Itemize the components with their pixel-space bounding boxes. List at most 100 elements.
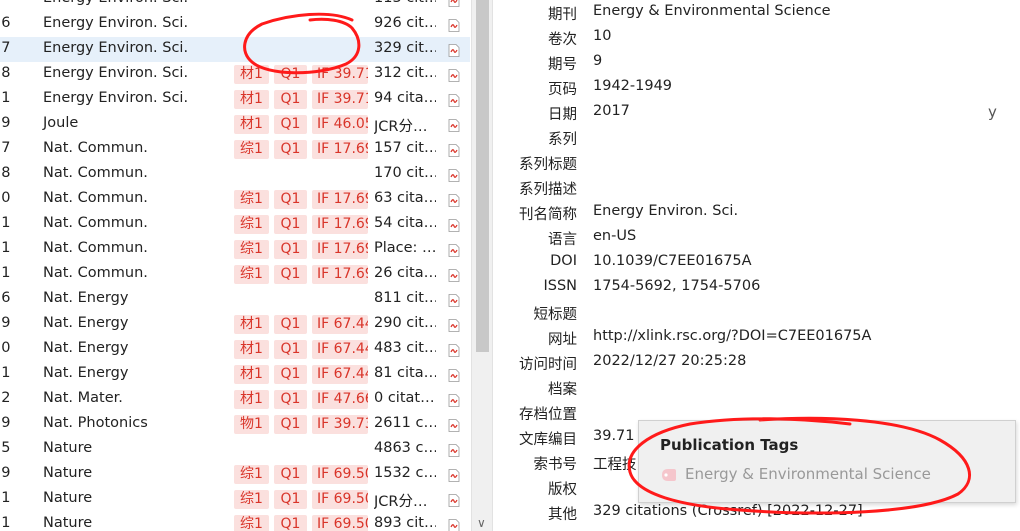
table-row[interactable]: 18 Nat. Commun. 170 cit… (0, 162, 470, 187)
journal-cell: Energy Environ. Sci. (43, 0, 188, 6)
scroll-down-arrow-icon[interactable]: ∨ (477, 516, 486, 530)
journal-cell: Nat. Commun. (43, 190, 148, 206)
pdf-icon[interactable] (448, 194, 460, 207)
extra-cell: 483 cit… (374, 340, 436, 356)
info-field-value[interactable]: Energy & Environmental Science (593, 3, 831, 19)
pdf-icon[interactable] (448, 369, 460, 382)
pdf-icon[interactable] (448, 494, 460, 507)
info-field-label: 网址 (548, 332, 577, 348)
item-table: Energy Environ. Sci. 113 cit… 16 Energy Env… (0, 0, 470, 531)
pdf-icon[interactable] (448, 169, 460, 182)
info-field-value[interactable]: 工程技 (593, 453, 637, 474)
info-field-value[interactable]: 329 citations (Crossref) [2022-12-27] (593, 503, 863, 519)
impact-factor-tag: IF 47.66 (312, 390, 368, 409)
publication-tags-popup: Publication Tags Energy & Environmental … (638, 420, 1016, 503)
year-cell: 21 (0, 365, 11, 381)
table-row[interactable]: 16 Nat. Energy 811 cit… (0, 287, 470, 312)
year-cell: 19 (0, 315, 11, 331)
subject-tag: 综1 (234, 465, 269, 484)
year-cell: 20 (0, 340, 11, 356)
pdf-icon[interactable] (448, 344, 460, 357)
table-row[interactable]: 15 Nature 4863 c… (0, 437, 470, 462)
pdf-icon[interactable] (448, 0, 460, 7)
pdf-icon[interactable] (448, 269, 460, 282)
info-field-row: 档案 (494, 375, 1020, 400)
info-field-value[interactable]: 1754-5692, 1754-5706 (593, 278, 760, 294)
extra-cell: 94 cita… (374, 90, 436, 106)
info-field-row: 系列标题 (494, 150, 1020, 175)
pdf-icon[interactable] (448, 119, 460, 132)
pdf-icon[interactable] (448, 294, 460, 307)
extra-cell: JCR分… (374, 494, 428, 510)
popup-tag-label[interactable]: Energy & Environmental Science (685, 465, 931, 483)
table-row[interactable]: 20 Nat. Commun. 综1 Q1 IF 17.69 63 cita… (0, 187, 470, 212)
table-row[interactable]: 21 Nat. Commun. 综1 Q1 IF 17.69 54 cita… (0, 212, 470, 237)
table-row[interactable]: 17 Nat. Commun. 综1 Q1 IF 17.69 157 cit… (0, 137, 470, 162)
pdf-icon[interactable] (448, 44, 460, 57)
info-field-value[interactable]: Energy Environ. Sci. (593, 203, 738, 219)
info-field-value[interactable]: 10 (593, 28, 611, 44)
stray-character: y (988, 103, 997, 121)
info-field-row: DOI 10.1039/C7EE01675A (494, 250, 1020, 275)
subject-tag: 材1 (234, 365, 269, 384)
table-row[interactable]: 17 Energy Environ. Sci. 329 cit… (0, 37, 470, 62)
table-row[interactable]: 21 Energy Environ. Sci. 材1 Q1 IF 39.71 94 cit… (0, 87, 470, 112)
table-row[interactable]: 21 Nat. Commun. 综1 Q1 IF 17.69 Place: … (0, 237, 470, 262)
journal-cell: Nat. Mater. (43, 390, 123, 406)
subject-tag: 材1 (234, 390, 269, 409)
extra-cell: 81 cita… (374, 365, 436, 381)
table-row[interactable]: 22 Nat. Mater. 材1 Q1 IF 47.66 0 citat… (0, 387, 470, 412)
impact-factor-tag: IF 69.50 (312, 515, 368, 531)
table-row[interactable]: 21 Nat. Commun. 综1 Q1 IF 17.69 26 cita… (0, 262, 470, 287)
table-row[interactable]: 19 Nat. Photonics 物1 Q1 IF 39.73 2611 c… (0, 412, 470, 437)
impact-factor-tag: IF 17.69 (312, 265, 368, 284)
table-row[interactable]: Energy Environ. Sci. 113 cit… (0, 0, 470, 12)
pdf-icon[interactable] (448, 444, 460, 457)
info-field-value[interactable]: 2022/12/27 20:25:28 (593, 353, 746, 369)
info-field-value[interactable]: 1942-1949 (593, 78, 672, 94)
info-field-value[interactable]: 10.1039/C7EE01675A (593, 253, 752, 269)
info-field-value[interactable]: en-US (593, 228, 636, 244)
pdf-icon[interactable] (448, 519, 460, 531)
impact-factor-tag: IF 39.71 (312, 65, 368, 84)
item-table-scrollbar[interactable]: ∨ (471, 0, 493, 531)
pdf-icon[interactable] (448, 144, 460, 157)
table-row[interactable]: 19 Joule 材1 Q1 IF 46.05 JCR分… (0, 112, 470, 137)
info-field-value[interactable]: http://xlink.rsc.org/?DOI=C7EE01675A (593, 328, 871, 344)
info-field-label: DOI (550, 253, 577, 269)
subject-tag: 材1 (234, 315, 269, 334)
year-cell: 15 (0, 440, 11, 456)
pdf-icon[interactable] (448, 244, 460, 257)
quartile-tag: Q1 (274, 215, 307, 234)
info-field-value[interactable]: 9 (593, 53, 602, 69)
year-cell: 20 (0, 190, 11, 206)
table-row[interactable]: 19 Nature 综1 Q1 IF 69.50 1532 c… (0, 462, 470, 487)
quartile-tag: Q1 (274, 240, 307, 259)
pdf-icon[interactable] (448, 94, 460, 107)
table-row[interactable]: 20 Nat. Energy 材1 Q1 IF 67.44 483 cit… (0, 337, 470, 362)
journal-cell: Energy Environ. Sci. (43, 40, 189, 56)
pdf-icon[interactable] (448, 219, 460, 232)
journal-cell: Nature (43, 515, 93, 531)
pdf-icon[interactable] (448, 319, 460, 332)
info-field-label: 期刊 (548, 7, 577, 23)
pdf-icon[interactable] (448, 419, 460, 432)
info-field-label: 存档位置 (519, 407, 577, 423)
pdf-icon[interactable] (448, 394, 460, 407)
table-row[interactable]: 16 Energy Environ. Sci. 926 cit… (0, 12, 470, 37)
pdf-icon[interactable] (448, 19, 460, 32)
pdf-icon[interactable] (448, 69, 460, 82)
popup-title: Publication Tags (660, 436, 799, 454)
info-field-row: 短标题 (494, 300, 1020, 325)
table-row[interactable]: 21 Nature 综1 Q1 IF 69.50 893 cit… (0, 512, 470, 531)
pdf-icon[interactable] (448, 469, 460, 482)
table-row[interactable]: 19 Nat. Energy 材1 Q1 IF 67.44 290 cit… (0, 312, 470, 337)
impact-factor-tag: IF 39.71 (312, 90, 368, 109)
table-row[interactable]: 21 Nature 综1 Q1 IF 69.50 JCR分… (0, 487, 470, 512)
info-field-value[interactable]: 39.71 (593, 428, 635, 444)
table-row[interactable]: 18 Energy Environ. Sci. 材1 Q1 IF 39.71 312 ci… (0, 62, 470, 87)
table-row[interactable]: 21 Nat. Energy 材1 Q1 IF 67.44 81 cita… (0, 362, 470, 387)
info-field-value[interactable]: 2017 (593, 103, 630, 119)
impact-factor-tag: IF 39.73 (312, 415, 368, 434)
scrollbar-thumb[interactable] (476, 0, 489, 352)
